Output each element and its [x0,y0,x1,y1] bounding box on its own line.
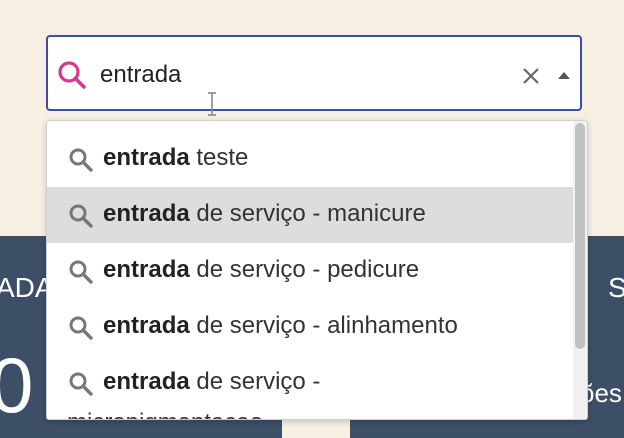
suggestion-rest: de serviço - manicure [189,200,426,227]
suggestion-text: entrada de serviço - [103,368,320,396]
search-icon [58,61,86,89]
suggestion-item[interactable]: entrada de serviço - alinhamento [47,299,573,355]
scrollbar-track[interactable] [573,121,587,419]
suggestion-match: entrada [103,144,190,171]
suggestion-match: entrada [103,368,190,395]
background-panel-value: 0 [0,341,34,429]
background-panel-label-right: S [608,272,624,303]
suggestion-text: entrada de serviço - alinhamento [103,312,458,340]
suggestion-item[interactable]: entrada de serviço - micropigmentacao [47,355,573,419]
suggestion-item[interactable]: entrada de serviço - pedicure [47,243,573,299]
suggestion-item[interactable]: entrada teste [47,131,573,187]
suggestion-text-continued: micropigmentacao [67,409,263,419]
search-icon [69,372,93,396]
suggestion-text: entrada de serviço - pedicure [103,256,419,284]
search-icon [69,260,93,284]
text-cursor-icon [208,92,216,116]
suggestion-match: entrada [103,256,190,283]
suggestion-match: entrada [103,200,190,227]
search-icon [69,204,93,228]
suggestion-item-highlighted[interactable]: entrada de serviço - manicure [47,187,573,243]
suggestion-text: entrada de serviço - manicure [103,200,426,228]
suggestion-rest: de serviço - alinhamento [189,312,458,339]
suggestion-rest: de serviço - pedicure [189,256,420,283]
search-combobox[interactable] [46,35,582,111]
suggestion-rest: teste [189,144,249,171]
clear-icon[interactable] [520,65,542,87]
dropdown-arrow-icon[interactable] [554,65,574,87]
suggestion-rest: de serviço - [189,368,321,395]
suggestion-match: entrada [103,312,190,339]
search-input[interactable] [100,55,500,95]
search-icon [69,316,93,340]
suggestion-text: entrada teste [103,144,248,172]
search-icon [69,148,93,172]
scrollbar-thumb[interactable] [575,123,585,349]
suggestions-dropdown: entrada teste entrada de serviço - manic… [46,120,588,420]
